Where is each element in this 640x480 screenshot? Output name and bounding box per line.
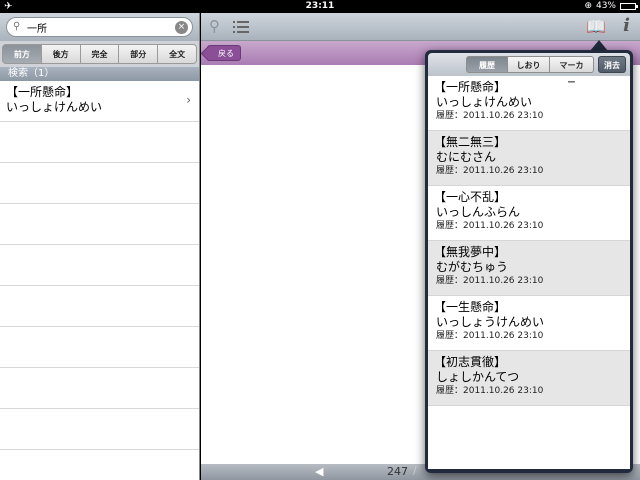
search-icon: ⚲ [13, 21, 21, 32]
status-right: ⊕ 43% [584, 0, 638, 13]
search-input[interactable] [27, 21, 167, 33]
history-reading: いっしょうけんめい [436, 315, 545, 329]
history-reading: しょしかんてつ [436, 370, 520, 384]
mode-tab[interactable]: 部分 [119, 44, 159, 64]
battery-icon [620, 3, 638, 10]
empty-rows [0, 122, 199, 480]
book-icon[interactable]: 📖 [586, 17, 606, 36]
history-item[interactable]: 【一所懸命】 いっしょけんめい履歴：2011.10.26 23:10 [428, 76, 630, 131]
main-toolbar: ⚲ 📖 i [201, 13, 640, 41]
chevron-right-icon: › [186, 93, 191, 107]
empty-row [0, 368, 199, 409]
history-timestamp: 履歴：2011.10.26 23:10 [436, 166, 544, 176]
history-reading: いっしんふらん [436, 205, 521, 219]
results-list: 【一所懸命】 いっしょけんめい › [0, 81, 199, 122]
history-word: 【初志貫徹】 [434, 355, 507, 369]
history-item[interactable]: 【初志貫徹】 しょしかんてつ履歴：2011.10.26 23:10 [428, 351, 630, 406]
back-button-label: 戻る [218, 49, 234, 58]
popover-tabs: 履歴 しおり マーカー [466, 56, 594, 87]
prev-page-icon[interactable]: ◀ [315, 465, 323, 478]
history-popover: 履歴 しおり マーカー 消去 【一所懸命】 いっしょけんめい履歴：2011.10.26… [425, 50, 633, 473]
mode-tab[interactable]: 完全 [80, 44, 120, 64]
status-bar: ✈ 23:11 ⊕ 43% [0, 0, 640, 13]
history-timestamp: 履歴：2011.10.26 23:10 [436, 276, 544, 286]
clear-history-button[interactable]: 消去 [598, 56, 626, 73]
search-box[interactable]: ⚲ × [6, 17, 193, 37]
history-reading: むがむちゅう [436, 260, 509, 274]
empty-row [0, 122, 199, 163]
history-reading: いっしょけんめい [436, 95, 533, 109]
history-word: 【一生懸命】 [434, 300, 507, 314]
popover-tab[interactable]: しおり [508, 56, 550, 73]
empty-row [0, 450, 199, 480]
result-word: 【一所懸命】 [6, 85, 79, 99]
rotation-lock-icon: ⊕ [584, 1, 592, 11]
search-bar: ⚲ × [0, 13, 199, 41]
empty-row [0, 286, 199, 327]
history-timestamp: 履歴：2011.10.26 23:10 [436, 386, 544, 396]
history-word: 【無我夢中】 [434, 245, 507, 259]
mode-tab[interactable]: 全文 [158, 44, 197, 64]
history-word: 【一心不乱】 [434, 190, 507, 204]
list-icon-bar [233, 26, 249, 28]
popover-tab[interactable]: マーカー [550, 56, 594, 87]
empty-row [0, 245, 199, 286]
empty-row [0, 409, 199, 450]
popover-tab[interactable]: 履歴 [466, 56, 508, 73]
history-reading: むにむさん [436, 150, 497, 164]
history-item[interactable]: 【一生懸命】 いっしょうけんめい履歴：2011.10.26 23:10 [428, 296, 630, 351]
battery-percent: 43% [595, 1, 616, 11]
page-separator: / [413, 464, 417, 477]
list-icon-bar [233, 21, 249, 23]
list-icon-bar [233, 31, 249, 33]
mode-tab[interactable]: 前方 [2, 44, 42, 64]
result-row[interactable]: 【一所懸命】 いっしょけんめい › [0, 81, 199, 122]
history-word: 【一所懸命】 [434, 80, 507, 94]
empty-row [0, 204, 199, 245]
history-timestamp: 履歴：2011.10.26 23:10 [436, 221, 544, 231]
status-time: 23:11 [305, 1, 335, 11]
history-word: 【無二無三】 [434, 135, 507, 149]
back-button[interactable]: 戻る [207, 45, 241, 61]
page-number: 247 [387, 465, 408, 478]
history-list: 【一所懸命】 いっしょけんめい 履歴：2011.10.26 23:10 【無二無三】む… [428, 76, 630, 469]
history-timestamp: 履歴：2011.10.26 23:10 [436, 111, 544, 121]
history-item[interactable]: 【無二無三】 むにむさん履歴：2011.10.26 23:10 [428, 131, 630, 186]
history-timestamp: 履歴：2011.10.26 23:10 [436, 331, 544, 341]
results-section-header: 検索（1） [0, 67, 199, 81]
mode-tab[interactable]: 後方 [41, 44, 81, 64]
search-panel: ⚲ × 前方後方完全部分全文 検索（1） 【一所懸命】いっしょけんめい › [0, 13, 200, 480]
empty-row [0, 327, 199, 368]
clear-search-icon[interactable]: × [175, 21, 188, 34]
popover-header: 履歴 しおり マーカー 消去 [428, 53, 630, 87]
search-icon[interactable]: ⚲ [209, 17, 220, 35]
empty-row [0, 163, 199, 204]
info-icon[interactable]: i [623, 15, 630, 36]
list-icon[interactable] [233, 18, 249, 36]
history-item[interactable]: 【一心不乱】 いっしんふらん履歴：2011.10.26 23:10 [428, 186, 630, 241]
search-mode-tabs: 前方 後方 完全 部分 全文 [0, 41, 199, 67]
result-reading: いっしょけんめい [6, 100, 103, 114]
history-item[interactable]: 【無我夢中】 むがむちゅう履歴：2011.10.26 23:10 [428, 241, 630, 296]
